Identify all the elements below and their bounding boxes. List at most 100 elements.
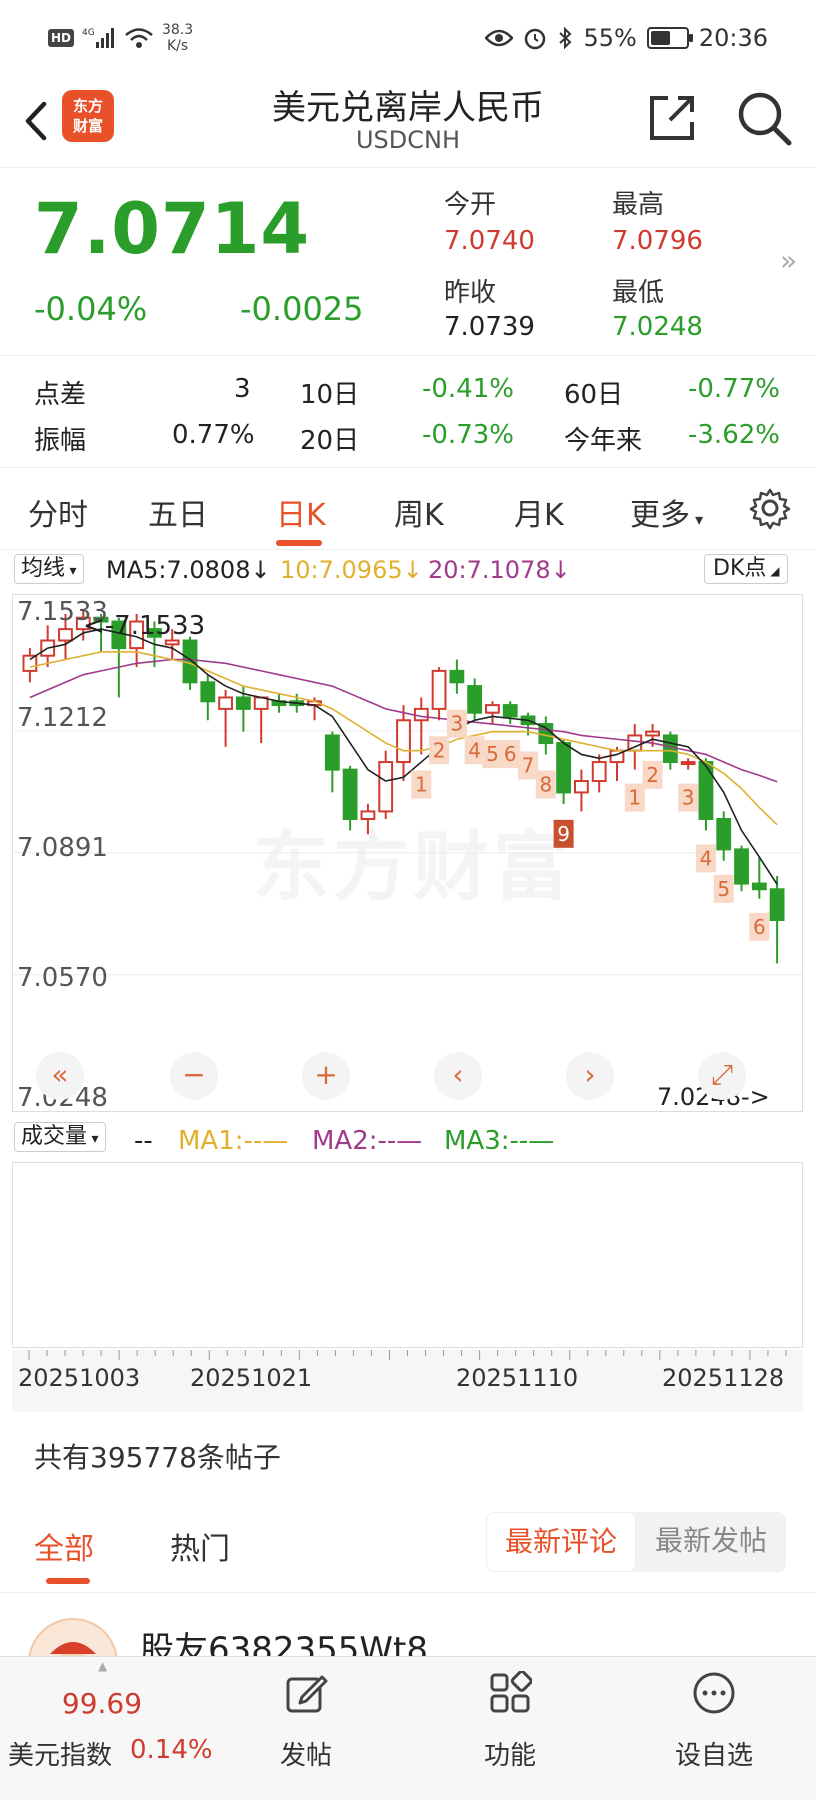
fullscreen-button[interactable]: ⤢ (698, 1052, 746, 1100)
candle (574, 769, 589, 812)
amplitude-label: 振幅 (34, 426, 87, 456)
edit-icon (286, 1675, 328, 1713)
open-value: 7.0740 (444, 226, 535, 256)
zoom-out-button[interactable]: − (170, 1052, 218, 1100)
gear-icon[interactable] (748, 486, 792, 530)
candle (378, 750, 394, 820)
tab-intraday[interactable]: 分时 (28, 490, 88, 534)
ma20-legend: 20:7.1078↓ (428, 556, 571, 584)
header: 东方 财富 美元兑离岸人民币 USDCNH (0, 80, 816, 168)
share-icon[interactable] (644, 90, 700, 146)
hd-icon: HD (48, 29, 75, 47)
caret-down-icon: ▾ (690, 510, 704, 529)
tab-underline (276, 540, 322, 546)
candle (271, 693, 287, 713)
kline-chart[interactable]: 东方财富 123456789123456 7.1533 7.1212 7.089… (12, 594, 803, 1113)
d10-value: -0.41% (422, 374, 514, 404)
date-label: 20251021 (190, 1364, 313, 1392)
tab-five-day[interactable]: 五日 (148, 490, 208, 534)
zoom-in-button[interactable]: + (302, 1052, 350, 1100)
tab-more[interactable]: 更多 ▾ (630, 490, 703, 534)
volume-legend-row: 成交量 ▾ -- MA1:--— MA2:--— MA3:--— (0, 1118, 816, 1158)
alarm-icon (525, 28, 546, 50)
td-mark: 8 (539, 772, 552, 796)
td-mark: 4 (700, 846, 713, 870)
dk-points-button[interactable]: DK点 ◢ (704, 554, 789, 584)
status-right: 55% 20:36 (485, 24, 768, 52)
scroll-start-button[interactable]: « (36, 1052, 84, 1100)
candle (680, 758, 696, 770)
spread-label: 点差 (34, 380, 87, 410)
amplitude-value: 0.77% (172, 420, 255, 450)
tab-all-posts[interactable]: 全部 (34, 1524, 94, 1568)
tab-monthly-k[interactable]: 月K (514, 490, 564, 534)
battery-icon (646, 27, 693, 49)
related-index-item[interactable]: 99.69 美元指数 0.14% ▲ (0, 1657, 213, 1801)
td-mark: 7 (522, 753, 535, 777)
d20-label: 20日 (300, 426, 360, 456)
ma5-legend: MA5:7.0808↓ (106, 556, 271, 584)
td-mark: 3 (682, 786, 695, 810)
candle (485, 701, 500, 725)
candle (218, 689, 233, 747)
spread-value: 3 (234, 374, 251, 404)
volume-chart[interactable] (12, 1162, 803, 1348)
add-watchlist-button[interactable]: 设自选 (612, 1657, 816, 1801)
scroll-right-button[interactable]: › (566, 1052, 614, 1100)
sort-latest-post-button[interactable]: 最新发帖 (636, 1512, 786, 1572)
tab-hot-posts[interactable]: 热门 (170, 1524, 230, 1568)
caret-up-icon: ▲ (98, 1659, 108, 1673)
indicator-selector[interactable]: 均线 ▾ (14, 554, 84, 584)
status-bar: HD 4G 38.3 K/s 55% 20:36 (0, 0, 816, 80)
y-tick-label: 7.0891 (17, 833, 108, 863)
signal-icon: 4G (82, 28, 115, 48)
open-label: 今开 (444, 190, 497, 220)
prev-close-value: 7.0739 (444, 312, 535, 342)
post-button[interactable]: 发帖 (204, 1657, 408, 1801)
td-mark: 6 (753, 915, 766, 939)
change-amount: -0.0025 (240, 290, 364, 328)
candle (200, 674, 216, 721)
td-mark: 4 (468, 738, 481, 762)
scroll-left-button[interactable]: ‹ (434, 1052, 482, 1100)
stats-panel: 点差 3 10日 -0.41% 60日 -0.77% 振幅 0.77% 20日 … (0, 356, 816, 468)
ytd-label: 今年来 (564, 426, 643, 456)
tab-weekly-k[interactable]: 周K (394, 490, 444, 534)
ma-legend-row: 均线 ▾ MA5:7.0808↓ 10:7.0965↓ 20:7.1078↓ D… (0, 552, 816, 588)
y-tick-label: 7.1212 (17, 703, 108, 733)
d60-label: 60日 (564, 380, 624, 410)
net-speed: 38.3 K/s (162, 22, 194, 54)
sort-latest-comment-button[interactable]: 最新评论 (486, 1512, 636, 1572)
tab-daily-k[interactable]: 日K (276, 490, 326, 534)
td-mark: 3 (451, 712, 464, 736)
max-price-marker: <-7.1533 (83, 611, 206, 641)
candle (734, 845, 749, 892)
chart-tabs: 分时 五日 日K 周K 月K 更多 ▾ (0, 468, 816, 550)
low-label: 最低 (612, 278, 665, 308)
date-axis: 20251003 20251021 20251110 20251128 (12, 1350, 803, 1412)
divider (0, 1592, 816, 1593)
add-watchlist-label: 设自选 (674, 1741, 753, 1771)
candle (502, 701, 518, 725)
date-label: 20251110 (456, 1364, 579, 1392)
prev-close-label: 昨收 (444, 278, 497, 308)
index-change: 0.14% (130, 1735, 213, 1765)
eye-icon (485, 29, 514, 47)
td-mark: 5 (486, 742, 499, 766)
functions-button[interactable]: 功能 (408, 1657, 612, 1801)
grid-icon (490, 1671, 532, 1713)
expand-chevron-icon[interactable]: » (780, 244, 797, 277)
posts-tab-underline (46, 1578, 90, 1584)
td-mark: 5 (717, 877, 730, 901)
wifi-icon (125, 28, 153, 48)
td-mark: 6 (504, 742, 517, 766)
candle (467, 678, 483, 721)
y-tick-label: 7.0570 (17, 963, 108, 993)
vol-ma3-legend: MA3:--— (444, 1126, 555, 1156)
candle (431, 667, 447, 721)
td-mark: 2 (433, 738, 446, 762)
index-name: 美元指数 (8, 1741, 113, 1771)
volume-selector[interactable]: 成交量 ▾ (14, 1122, 106, 1152)
search-icon[interactable] (734, 88, 794, 148)
date-label: 20251128 (662, 1364, 785, 1392)
